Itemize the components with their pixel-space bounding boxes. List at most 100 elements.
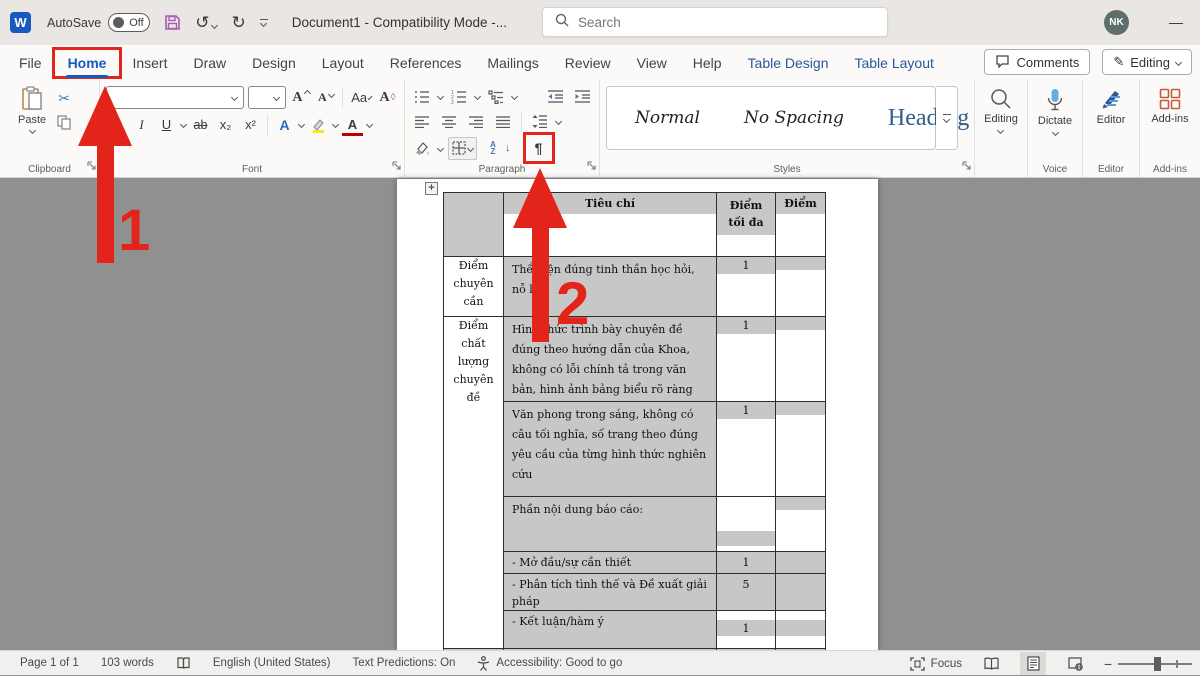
line-spacing-button[interactable] — [529, 111, 551, 132]
paste-button[interactable]: Paste — [18, 86, 46, 161]
account-avatar[interactable]: NK — [1104, 10, 1129, 35]
addins-button[interactable]: Add-ins — [1151, 88, 1188, 125]
style-no-spacing[interactable]: No Spacing — [744, 108, 844, 128]
minimize-button[interactable]: — — [1165, 12, 1187, 32]
highlight-chevron[interactable] — [332, 121, 339, 128]
align-center-button[interactable] — [438, 111, 460, 132]
tab-insert[interactable]: Insert — [119, 45, 180, 80]
font-color-chevron[interactable] — [366, 121, 373, 128]
shrink-font-button[interactable]: A — [315, 87, 336, 108]
editor-button[interactable]: Editor — [1097, 88, 1126, 126]
autosave-toggle[interactable]: Off — [108, 13, 150, 32]
customize-toolbar-icon[interactable] — [260, 19, 268, 27]
tab-table-design[interactable]: Table Design — [735, 45, 842, 80]
styles-dialog-launcher[interactable] — [962, 157, 971, 175]
redo-button[interactable]: ↻ — [231, 14, 245, 31]
tab-home[interactable]: Home — [55, 45, 120, 80]
bullets-button[interactable] — [411, 86, 433, 107]
undo-button[interactable]: ↺ — [195, 14, 217, 31]
subscript-button[interactable]: x₂ — [215, 114, 236, 135]
focus-button[interactable]: Focus — [910, 657, 962, 671]
tab-layout[interactable]: Layout — [309, 45, 377, 80]
align-left-button[interactable] — [411, 111, 433, 132]
font-size-combo[interactable] — [248, 86, 286, 109]
clear-formatting-button[interactable]: A◊ — [377, 87, 398, 108]
copy-button[interactable] — [54, 113, 74, 131]
editing-mode-button[interactable]: ✎ Editing — [1102, 49, 1192, 75]
paragraph-dialog-launcher[interactable] — [587, 157, 596, 175]
underline-options-chevron[interactable] — [180, 121, 187, 128]
italic-button[interactable]: I — [131, 114, 152, 135]
shading-chevron[interactable] — [437, 144, 444, 151]
text-predictions[interactable]: Text Predictions: On — [353, 657, 456, 669]
tab-help[interactable]: Help — [680, 45, 735, 80]
tab-design[interactable]: Design — [239, 45, 309, 80]
font-color-button[interactable]: A — [342, 114, 363, 135]
multilevel-chevron[interactable] — [511, 93, 518, 100]
word-count[interactable]: 103 words — [101, 657, 154, 669]
comments-button[interactable]: Comments — [984, 49, 1090, 75]
zoom-slider[interactable] — [1118, 663, 1192, 665]
text-effects-button[interactable]: A — [274, 114, 295, 135]
styles-group: Normal No Spacing Heading Styles — [600, 80, 975, 177]
increase-indent-button[interactable] — [571, 86, 593, 107]
title-bar: W AutoSave Off ↺ ↻ Document1 - Compatibi… — [0, 0, 1200, 45]
tab-table-layout[interactable]: Table Layout — [841, 45, 946, 80]
style-normal[interactable]: Normal — [635, 108, 700, 128]
proofing-icon[interactable] — [176, 656, 191, 671]
sort-button[interactable]: AZ — [482, 138, 504, 159]
tab-review[interactable]: Review — [552, 45, 624, 80]
search-box[interactable] — [542, 7, 888, 37]
tab-draw[interactable]: Draw — [180, 45, 239, 80]
dictate-button[interactable]: Dictate — [1038, 88, 1072, 135]
tab-mailings[interactable]: Mailings — [474, 45, 551, 80]
autosave-control[interactable]: AutoSave Off — [47, 13, 150, 32]
grading-table[interactable]: Tiêu chí Điểm tối đa Điểm Điểm chuyên cầ… — [443, 192, 826, 668]
tab-references[interactable]: References — [377, 45, 475, 80]
bullets-chevron[interactable] — [437, 93, 444, 100]
table-row: Điểm chuyên cần Thể hiện đúng tinh thần … — [444, 257, 826, 317]
strikethrough-button[interactable]: ab — [190, 114, 211, 135]
text-effects-chevron[interactable] — [298, 121, 305, 128]
tab-file[interactable]: File — [6, 45, 55, 80]
multilevel-list-button[interactable] — [485, 86, 507, 107]
tab-view[interactable]: View — [624, 45, 680, 80]
accessibility-status[interactable]: Accessibility: Good to go — [477, 656, 622, 671]
document-page[interactable]: + Tiêu chí Điểm tối đa Điểm Điểm chuyên … — [397, 179, 878, 650]
search-icon — [555, 13, 569, 32]
svg-text:3: 3 — [451, 100, 454, 104]
numbering-chevron[interactable] — [474, 93, 481, 100]
show-hide-marks-button[interactable]: ¶ — [526, 136, 552, 160]
styles-more-button[interactable] — [936, 86, 958, 150]
language-indicator[interactable]: English (United States) — [213, 657, 331, 669]
borders-button[interactable] — [448, 137, 477, 160]
justify-button[interactable] — [492, 111, 514, 132]
numbering-button[interactable]: 123 — [448, 86, 470, 107]
zoom-control[interactable]: − — [1104, 656, 1200, 672]
save-icon[interactable] — [164, 14, 181, 31]
web-layout-button[interactable] — [1062, 652, 1088, 675]
superscript-button[interactable]: x² — [240, 114, 261, 135]
borders-chevron[interactable] — [467, 144, 474, 151]
page-indicator[interactable]: Page 1 of 1 — [20, 657, 79, 669]
zoom-slider-handle[interactable] — [1154, 657, 1161, 671]
highlight-button[interactable] — [308, 114, 329, 135]
search-input[interactable] — [578, 15, 838, 30]
cut-button[interactable]: ✂ — [54, 89, 74, 107]
align-right-button[interactable] — [465, 111, 487, 132]
focus-icon — [910, 657, 925, 671]
font-dialog-launcher[interactable] — [392, 157, 401, 175]
read-mode-button[interactable] — [978, 652, 1004, 675]
zoom-out-button[interactable]: − — [1104, 656, 1112, 672]
underline-button[interactable]: U — [156, 114, 177, 135]
decrease-indent-button[interactable] — [544, 86, 566, 107]
grow-font-button[interactable]: A — [290, 87, 311, 108]
find-editing-button[interactable]: Editing — [984, 88, 1018, 133]
paragraph-group: 123 — [405, 80, 600, 177]
print-layout-button[interactable] — [1020, 652, 1046, 675]
table-move-handle[interactable]: + — [425, 182, 438, 195]
change-case-button[interactable]: Aa — [349, 87, 373, 108]
editor-group: Editor Editor — [1083, 80, 1140, 177]
line-spacing-chevron[interactable] — [555, 118, 562, 125]
shading-button[interactable] — [411, 138, 433, 159]
